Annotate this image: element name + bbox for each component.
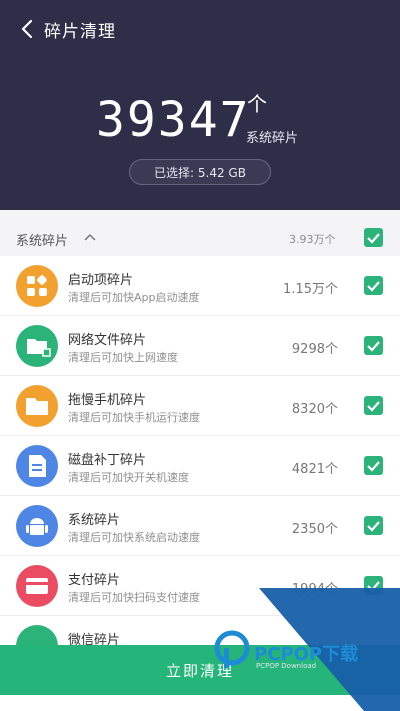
checkmark-icon [367,521,380,532]
item-desc: 清理后可加快开关机速度 [68,471,189,484]
item-checkbox[interactable] [364,276,383,295]
list-item[interactable]: 拖慢手机碎片 清理后可加快手机运行速度 8320个 [0,376,400,436]
list-item[interactable]: 磁盘补丁碎片 清理后可加快开关机速度 4821个 [0,436,400,496]
watermark-sub: PCPOP Download [256,662,317,670]
chevron-up-icon[interactable] [84,232,96,242]
header: 碎片清理 39347 个 系统碎片 已选择: 5.42 GB [0,0,400,210]
page-title: 碎片清理 [44,22,116,42]
item-title: 系统碎片 [68,513,121,528]
back-arrow-icon[interactable] [18,18,38,40]
list-item[interactable]: 网络文件碎片 清理后可加快上网速度 9298个 [0,316,400,376]
folder-icon [16,385,58,427]
item-title: 网络文件碎片 [68,333,147,348]
android-icon [16,505,58,547]
item-title: 拖慢手机碎片 [68,393,147,408]
list-item[interactable]: 系统碎片 清理后可加快系统启动速度 2350个 [0,496,400,556]
count-unit: 个 [247,92,267,116]
card-icon [16,565,58,607]
item-count: 9298个 [291,342,338,357]
checkmark-icon [367,461,380,472]
item-checkbox[interactable] [364,456,383,475]
group-checkbox[interactable] [364,228,383,247]
watermark: PCPOP下载 PCPOP Download [214,588,400,711]
item-checkbox[interactable] [364,336,383,355]
item-checkbox[interactable] [364,516,383,535]
group-label: 系统碎片 [16,234,69,249]
checkmark-icon [367,233,380,244]
checkmark-icon [367,281,380,292]
item-count: 4821个 [291,462,338,477]
item-checkbox[interactable] [364,396,383,415]
item-title: 磁盘补丁碎片 [68,453,147,468]
checkmark-icon [367,401,380,412]
item-count: 8320个 [291,402,338,417]
item-count: 1.15万个 [283,282,338,297]
item-desc: 清理后可加快App启动速度 [68,291,200,304]
group-header[interactable]: 系统碎片 3.93万个 [0,220,400,256]
count-subtitle: 系统碎片 [246,131,299,146]
document-icon [16,445,58,487]
checkmark-icon [367,341,380,352]
item-desc: 清理后可加快扫码支付速度 [68,591,200,604]
selected-size-text: 已选择: 5.42 GB [154,165,246,180]
startup-icon [16,265,58,307]
item-desc: 清理后可加快系统启动速度 [68,531,200,544]
list-item[interactable]: 启动项碎片 清理后可加快App启动速度 1.15万个 [0,256,400,316]
item-title: 支付碎片 [68,573,121,588]
item-desc: 清理后可加快上网速度 [68,351,178,364]
item-count: 2350个 [291,522,338,537]
item-title: 启动项碎片 [68,273,134,288]
fragment-count: 39347 [96,92,251,148]
selected-size-badge: 已选择: 5.42 GB [129,159,271,185]
group-count: 3.93万个 [289,233,336,246]
item-desc: 清理后可加快手机运行速度 [68,411,200,424]
network-file-icon [16,325,58,367]
